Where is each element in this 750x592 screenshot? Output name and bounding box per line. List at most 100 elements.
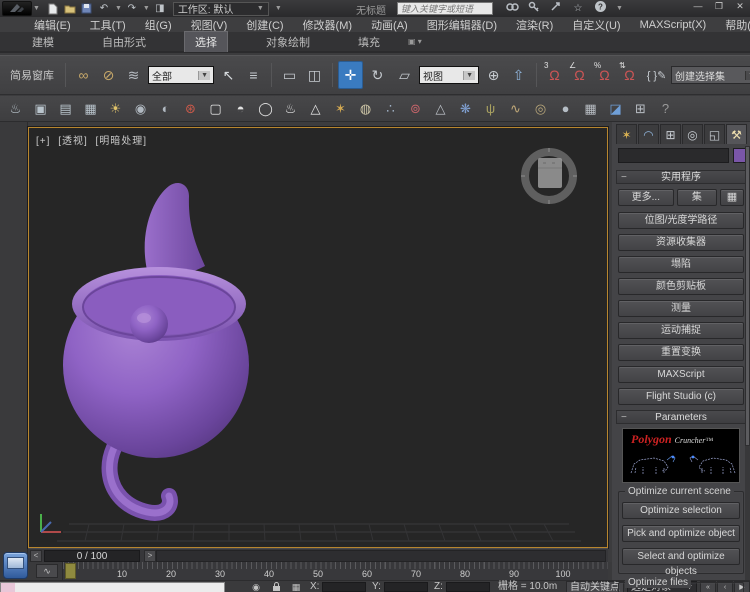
redo-list-arrow-icon[interactable]: ▼ <box>143 5 150 12</box>
tab-hierarchy-icon[interactable]: ⊞ <box>660 124 681 144</box>
tab-create-icon[interactable]: ✶ <box>616 124 637 144</box>
snap-toggle-3d-icon[interactable]: 3Ω <box>542 61 567 89</box>
maxscript-mini-listener[interactable] <box>0 582 225 592</box>
menu-item[interactable]: MAXScript(X) <box>640 19 707 31</box>
reference-coordinate-dropdown[interactable]: 视图▼ <box>419 66 479 84</box>
array-icon[interactable]: ∴ <box>379 98 402 120</box>
stereo-camera-icon[interactable]: ⊛ <box>179 98 202 120</box>
tab-motion-icon[interactable]: ◎ <box>682 124 703 144</box>
projector-icon[interactable]: ◐ <box>154 98 177 120</box>
key-sign-in-icon[interactable] <box>527 1 541 15</box>
project-folder-icon[interactable]: ◨ <box>153 2 167 16</box>
select-object-icon[interactable]: ↖ <box>216 61 241 89</box>
pyramid-wire-icon[interactable]: △ <box>429 98 452 120</box>
utility-button[interactable]: 测量 <box>618 300 744 317</box>
tab-populate[interactable]: 填充 <box>348 32 390 52</box>
spinner-snap-icon[interactable]: ⇅Ω <box>617 61 642 89</box>
dome-primitive-icon[interactable]: ◓ <box>229 98 252 120</box>
object-name-field[interactable] <box>618 148 729 163</box>
tab-utilities-icon[interactable]: ⚒ <box>726 124 747 144</box>
scatter-icon[interactable]: ⊚ <box>404 98 427 120</box>
tab-modify-icon[interactable]: ◠ <box>638 124 659 144</box>
toolbar-overflow-arrow-icon[interactable]: ▼ <box>275 5 282 12</box>
percent-snap-icon[interactable]: %Ω <box>592 61 617 89</box>
selection-lock-icon[interactable] <box>268 582 284 592</box>
maximize-icon[interactable]: ❐ <box>713 1 725 12</box>
menu-item[interactable]: 创建(C) <box>246 17 283 33</box>
star-shape-icon[interactable]: ✶ <box>329 98 352 120</box>
render-teapot-icon[interactable]: ♨ <box>4 98 27 120</box>
menu-item[interactable]: 组(G) <box>145 17 172 33</box>
rendered-frame-window-icon[interactable]: ▣ <box>29 98 52 120</box>
hair-fur-icon[interactable]: ∿ <box>504 98 527 120</box>
optimize-button[interactable]: Optimize selection <box>622 502 740 519</box>
workspace-selector[interactable]: 工作区: 默认 ▼ <box>173 2 269 16</box>
perspective-viewport[interactable]: [+] [透视] [明暗处理] <box>28 127 608 548</box>
new-scene-icon[interactable] <box>46 2 60 16</box>
menu-item[interactable]: 帮助(H) <box>725 17 750 33</box>
disc-icon[interactable]: ◍ <box>354 98 377 120</box>
tab-object-paint[interactable]: 对象绘制 <box>256 32 320 52</box>
utility-button[interactable]: Flight Studio (c) <box>618 388 744 405</box>
configure-button-sets-icon[interactable]: ▦ <box>720 189 744 206</box>
utility-button[interactable]: 颜色剪贴板 <box>618 278 744 295</box>
selection-lock-corner-icon[interactable] <box>3 552 28 579</box>
time-slider-handle[interactable]: 0 / 100 <box>44 550 140 562</box>
next-frame-button[interactable]: > <box>144 550 156 562</box>
undo-list-arrow-icon[interactable]: ▼ <box>115 5 122 12</box>
plane-primitive-icon[interactable]: ▢ <box>204 98 227 120</box>
tab-selection[interactable]: 选择 <box>184 31 228 52</box>
absolute-offset-toggle-icon[interactable]: ▦ <box>288 582 304 592</box>
selection-filter-dropdown[interactable]: 全部▼ <box>148 66 214 84</box>
utility-button[interactable]: 重置变换 <box>618 344 744 361</box>
close-icon[interactable]: ✕ <box>734 1 746 12</box>
window-crossing-toggle-icon[interactable]: ◫ <box>302 61 327 89</box>
render-setup-icon[interactable]: ▤ <box>54 98 77 120</box>
use-pivot-center-icon[interactable]: ⊕ <box>481 61 506 89</box>
viewcube[interactable] <box>519 146 579 209</box>
teapot-primitive-icon[interactable]: ♨ <box>279 98 302 120</box>
foliage-icon[interactable]: ψ <box>479 98 502 120</box>
named-selection-sets-dropdown[interactable]: 创建选择集▼ <box>671 66 750 84</box>
scene-library-label[interactable]: 简易窗库 <box>10 67 54 83</box>
z-coordinate-field[interactable] <box>446 582 490 592</box>
cone-primitive-icon[interactable]: △ <box>304 98 327 120</box>
help-icon[interactable]: ? <box>593 0 607 16</box>
menu-item[interactable]: 渲染(R) <box>516 17 553 33</box>
menu-item[interactable]: 编辑(E) <box>34 17 71 33</box>
tab-freeform[interactable]: 自由形式 <box>92 32 156 52</box>
parameters-rollout-header[interactable]: − Parameters <box>616 410 746 424</box>
blobmesh-icon[interactable]: ❋ <box>454 98 477 120</box>
swirl-icon[interactable]: ◎ <box>529 98 552 120</box>
select-and-manipulate-icon[interactable]: ⇧ <box>506 61 531 89</box>
environment-dialog-icon[interactable]: ▦ <box>79 98 102 120</box>
schematic-view-icon[interactable]: ⊞ <box>629 98 652 120</box>
menu-item[interactable]: 工具(T) <box>90 17 126 33</box>
utility-button[interactable]: 资源收集器 <box>618 234 744 251</box>
select-and-rotate-icon[interactable]: ↻ <box>365 61 390 89</box>
x-coordinate-field[interactable] <box>322 582 366 592</box>
tab-display-icon[interactable]: ◱ <box>704 124 725 144</box>
search-input[interactable]: 键入关键字或短语 <box>397 2 493 15</box>
utility-button[interactable]: 位图/光度学路径 <box>618 212 744 229</box>
time-slider-track[interactable] <box>156 550 606 562</box>
undo-icon[interactable]: ↶ <box>97 2 111 16</box>
rectangular-selection-region-icon[interactable]: ▭ <box>277 61 302 89</box>
menu-item[interactable]: 修改器(M) <box>303 17 353 33</box>
tube-primitive-icon[interactable]: ◯ <box>254 98 277 120</box>
help-icon[interactable]: ? <box>654 98 677 120</box>
select-by-name-icon[interactable]: ≡ <box>241 61 266 89</box>
current-frame-marker[interactable] <box>65 563 76 579</box>
render-region-icon[interactable]: ◪ <box>604 98 627 120</box>
app-menu-arrow-icon[interactable]: ▼ <box>33 5 40 12</box>
communication-center-icon[interactable] <box>549 1 563 15</box>
optimize-button[interactable]: Pick and optimize object <box>622 525 740 542</box>
menu-item[interactable]: 自定义(U) <box>572 17 620 33</box>
edit-named-sets-icon[interactable]: { }✎ <box>644 61 669 89</box>
utility-sets-button[interactable]: 集 <box>677 189 717 206</box>
select-and-link-icon[interactable]: ∞ <box>71 61 96 89</box>
favorites-star-icon[interactable]: ☆ <box>571 3 585 14</box>
select-and-move-icon[interactable]: ✛ <box>338 61 363 89</box>
optimize-button[interactable]: Select and optimize objects <box>622 548 740 565</box>
minimize-icon[interactable]: — <box>692 1 704 12</box>
